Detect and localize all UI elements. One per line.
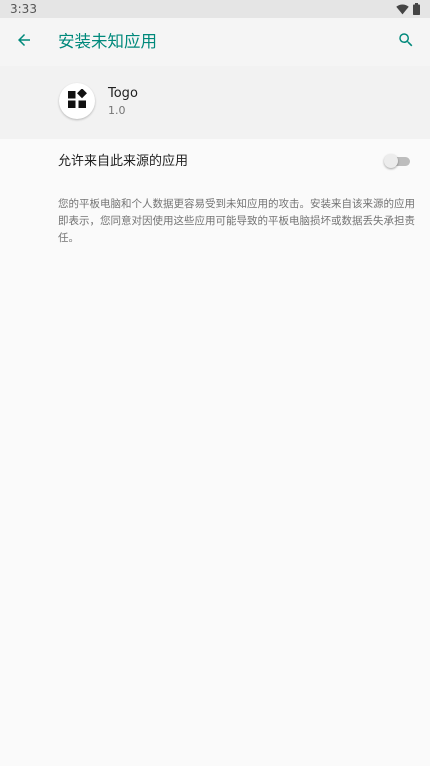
security-warning-text: 您的平板电脑和个人数据更容易受到未知应用的攻击。安装来自该来源的应用即表示，您同… <box>58 198 415 244</box>
app-icon <box>59 83 95 119</box>
status-icons <box>396 2 420 16</box>
allow-unknown-sources-toggle[interactable] <box>384 154 410 170</box>
status-bar: 3:33 <box>0 0 430 18</box>
search-icon <box>397 31 415 53</box>
app-header: Togo 1.0 <box>0 66 430 139</box>
status-time: 3:33 <box>10 2 37 16</box>
page-title: 安装未知应用 <box>58 32 157 51</box>
arrow-back-icon <box>15 31 33 53</box>
app-bar: 安装未知应用 <box>0 18 430 66</box>
app-name: Togo <box>108 86 138 101</box>
search-button[interactable] <box>388 24 424 60</box>
app-version: 1.0 <box>108 104 126 117</box>
back-button[interactable] <box>6 24 42 60</box>
allow-unknown-sources-label: 允许来自此来源的应用 <box>58 154 189 169</box>
toggle-thumb <box>384 154 398 168</box>
widgets-icon <box>67 88 87 113</box>
allow-unknown-sources-row[interactable]: 允许来自此来源的应用 <box>0 139 430 185</box>
battery-icon <box>413 3 420 15</box>
wifi-icon <box>396 4 409 15</box>
